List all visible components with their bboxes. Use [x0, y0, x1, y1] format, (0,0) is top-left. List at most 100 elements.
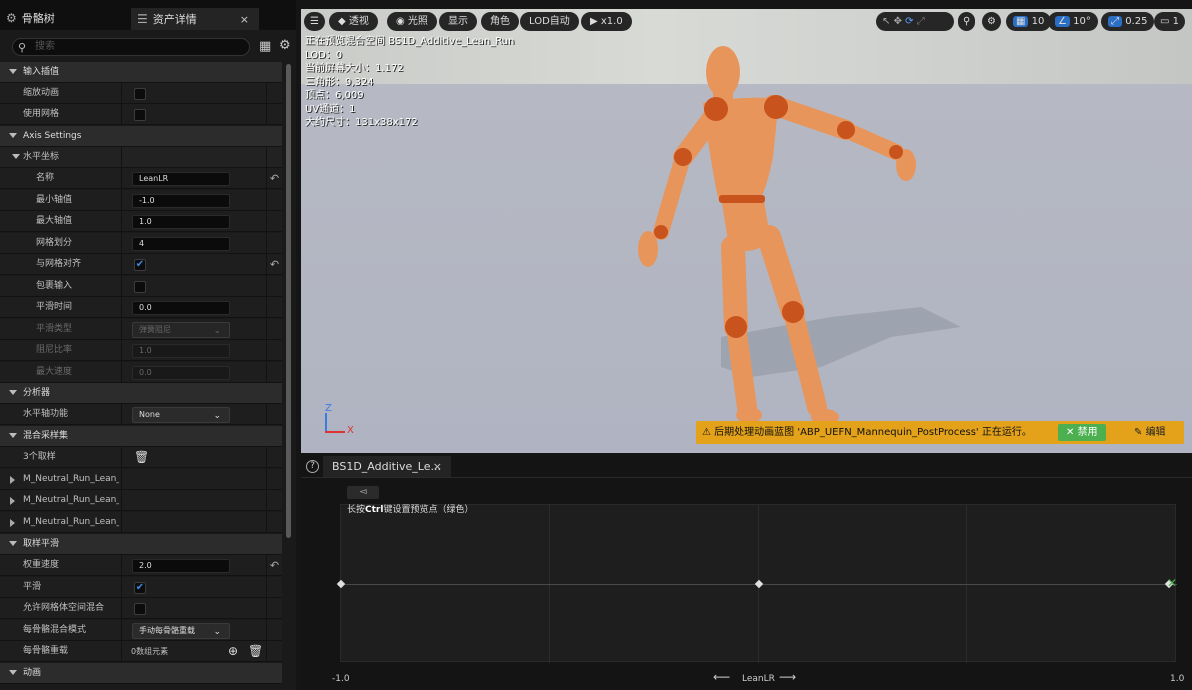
- scale-anim-checkbox[interactable]: [134, 88, 146, 100]
- max-speed-field: 0.0: [132, 366, 230, 380]
- postprocess-warning-banner: ⚠ 后期处理动画蓝图 'ABP_UEFN_Mannequin_PostProce…: [696, 421, 1184, 444]
- trash-icon[interactable]: 🗑: [134, 450, 149, 464]
- blend-mode-dropdown[interactable]: 手动每骨骼重载 ⌄: [132, 623, 230, 639]
- scale-snap-button[interactable]: ⤢ 0.25: [1101, 12, 1155, 31]
- camera-icon: ▭: [1160, 16, 1170, 27]
- move-icon[interactable]: ✥: [894, 16, 906, 27]
- search-row: ⚲ 搜索 ▦ ⚙: [0, 34, 296, 60]
- row-smoothing-type: 平滑类型 弹簧阻尼 ⌄: [0, 319, 282, 340]
- snap-to-grid-checkbox[interactable]: ✔: [134, 259, 146, 271]
- row-max-axis: 最大轴值 1.0: [0, 211, 282, 232]
- sample-point[interactable]: [336, 579, 346, 589]
- camera-speed-button[interactable]: ▭ 1: [1154, 12, 1186, 31]
- use-grid-checkbox[interactable]: [134, 109, 146, 121]
- playback-speed-button[interactable]: ▶ x1.0: [581, 12, 632, 31]
- tab-blendspace[interactable]: BS1D_Additive_Le... ×: [323, 456, 451, 477]
- name-field[interactable]: LeanLR: [132, 172, 230, 186]
- hamburger-menu-icon: ☰: [310, 16, 319, 27]
- collapse-arrow-icon: [9, 133, 17, 138]
- warning-icon: ⚠: [702, 427, 715, 438]
- category-animation[interactable]: 动画: [0, 663, 282, 684]
- row-allow-mesh-space: 允许网格体空间混合: [0, 598, 282, 619]
- settings-gear-icon[interactable]: ⚙: [279, 38, 291, 53]
- smoothing-time-field[interactable]: 0.0: [132, 301, 230, 315]
- max-axis-field[interactable]: 1.0: [132, 215, 230, 229]
- close-tab-button[interactable]: ×: [433, 456, 442, 477]
- triangulation-toggle-button[interactable]: ◅: [347, 486, 379, 499]
- collapse-arrow-icon: [9, 433, 17, 438]
- close-tab-button[interactable]: ×: [240, 13, 249, 26]
- help-icon[interactable]: ?: [306, 460, 319, 473]
- wrap-input-checkbox[interactable]: [134, 281, 146, 293]
- character-button[interactable]: 角色: [481, 12, 519, 31]
- scrollbar[interactable]: [286, 64, 291, 538]
- min-axis-field[interactable]: -1.0: [132, 194, 230, 208]
- show-button[interactable]: 显示: [439, 12, 477, 31]
- grid-snap-button[interactable]: ▦ 10: [1006, 12, 1052, 31]
- lit-button[interactable]: ◉ 光照: [387, 12, 437, 31]
- category-axis-settings[interactable]: Axis Settings: [0, 126, 282, 147]
- add-element-icon[interactable]: ⊕: [228, 644, 238, 658]
- chevron-down-icon: ⌄: [213, 627, 221, 637]
- trash-icon[interactable]: 🗑: [248, 644, 263, 658]
- row-snap-to-grid: 与网格对齐 ✔ ↶: [0, 254, 282, 275]
- tab-skeleton-tree[interactable]: ⚙ 骨骼树: [6, 6, 55, 30]
- row-bone-override: 每骨骼重载 0数组元素 ⊕ 🗑: [0, 641, 282, 662]
- preview-hint: 长按Ctrl键设置预览点（绿色）: [347, 505, 474, 515]
- transform-tools: ↖ ✥ ⟳ ⤢: [876, 12, 954, 31]
- scale-icon[interactable]: ⤢: [917, 16, 925, 27]
- scale-snap-icon: ⤢: [1108, 16, 1122, 27]
- reset-icon[interactable]: ↶: [266, 254, 282, 275]
- expand-arrow-icon[interactable]: [10, 519, 15, 527]
- tab-asset-details[interactable]: ☰ 资产详情 ×: [131, 8, 259, 30]
- skeleton-tree-icon: ⚙: [6, 11, 17, 25]
- category-input-interp[interactable]: 输入插值: [0, 62, 282, 83]
- perspective-button[interactable]: ◆ 透视: [329, 12, 378, 31]
- horizontal-function-dropdown[interactable]: None ⌄: [132, 407, 230, 423]
- preview-point[interactable]: ✕: [1167, 577, 1177, 589]
- viewport-menu-button[interactable]: ☰: [304, 12, 325, 31]
- list-item[interactable]: M_Neutral_Run_Lean_Pos: [0, 512, 282, 533]
- list-item[interactable]: M_Neutral_Run_Lean_Pos: [0, 490, 282, 511]
- viewport[interactable]: ☰ ◆ 透视 ◉ 光照 显示 角色 LOD自动 ▶ x1.0 ↖ ✥ ⟳ ⤢ ⚲…: [301, 9, 1192, 453]
- row-horizontal-axis[interactable]: 水平坐标: [0, 147, 282, 168]
- disable-button[interactable]: ✕ 禁用: [1058, 424, 1106, 441]
- table-view-icon[interactable]: ▦: [259, 39, 271, 54]
- search-icon: ⚲: [18, 41, 27, 54]
- blendspace-grid[interactable]: 长按Ctrl键设置预览点（绿色） ✕: [336, 504, 1177, 663]
- collapse-arrow-icon: [9, 670, 17, 675]
- reset-icon[interactable]: ↶: [266, 168, 282, 189]
- collapse-arrow-icon: [9, 69, 17, 74]
- expand-arrow-icon[interactable]: [10, 497, 15, 505]
- smoothing-checkbox[interactable]: ✔: [134, 582, 146, 594]
- rotate-icon[interactable]: ⟳: [905, 16, 917, 27]
- search-input[interactable]: ⚲ 搜索: [12, 38, 250, 56]
- details-icon: ☰: [137, 12, 148, 26]
- collapse-arrow-icon: [9, 390, 17, 395]
- light-icon: ◉: [396, 16, 408, 27]
- sample-point[interactable]: [754, 579, 764, 589]
- mannequin-character[interactable]: [621, 37, 981, 427]
- select-icon[interactable]: ↖: [882, 16, 894, 27]
- lod-button[interactable]: LOD自动: [520, 12, 579, 31]
- local-space-icon: ⚲: [963, 16, 971, 27]
- axis-max-label: 1.0: [1170, 674, 1185, 684]
- expand-arrow-icon[interactable]: [10, 476, 15, 484]
- reset-icon[interactable]: ↶: [266, 555, 282, 576]
- list-item[interactable]: M_Neutral_Run_Lean_Pos: [0, 469, 282, 490]
- grid-divisions-field[interactable]: 4: [132, 237, 230, 251]
- edit-button[interactable]: ✎ 编辑: [1126, 424, 1174, 441]
- angle-icon: ∠: [1055, 16, 1070, 27]
- surface-snap-button[interactable]: ⚙: [982, 12, 1001, 31]
- play-icon: ▶: [590, 16, 601, 27]
- category-blend-samples[interactable]: 混合采样集: [0, 426, 282, 447]
- row-smoothing: 平滑 ✔: [0, 577, 282, 598]
- row-min-axis: 最小轴值 -1.0: [0, 190, 282, 211]
- damping-ratio-field: 1.0: [132, 344, 230, 358]
- category-analyzer[interactable]: 分析器: [0, 383, 282, 404]
- angle-snap-button[interactable]: ∠ 10°: [1048, 12, 1098, 31]
- category-sample-smoothing[interactable]: 取样平滑: [0, 534, 282, 555]
- weight-speed-field[interactable]: 2.0: [132, 559, 230, 573]
- mesh-space-checkbox[interactable]: [134, 603, 146, 615]
- local-space-button[interactable]: ⚲: [958, 12, 976, 31]
